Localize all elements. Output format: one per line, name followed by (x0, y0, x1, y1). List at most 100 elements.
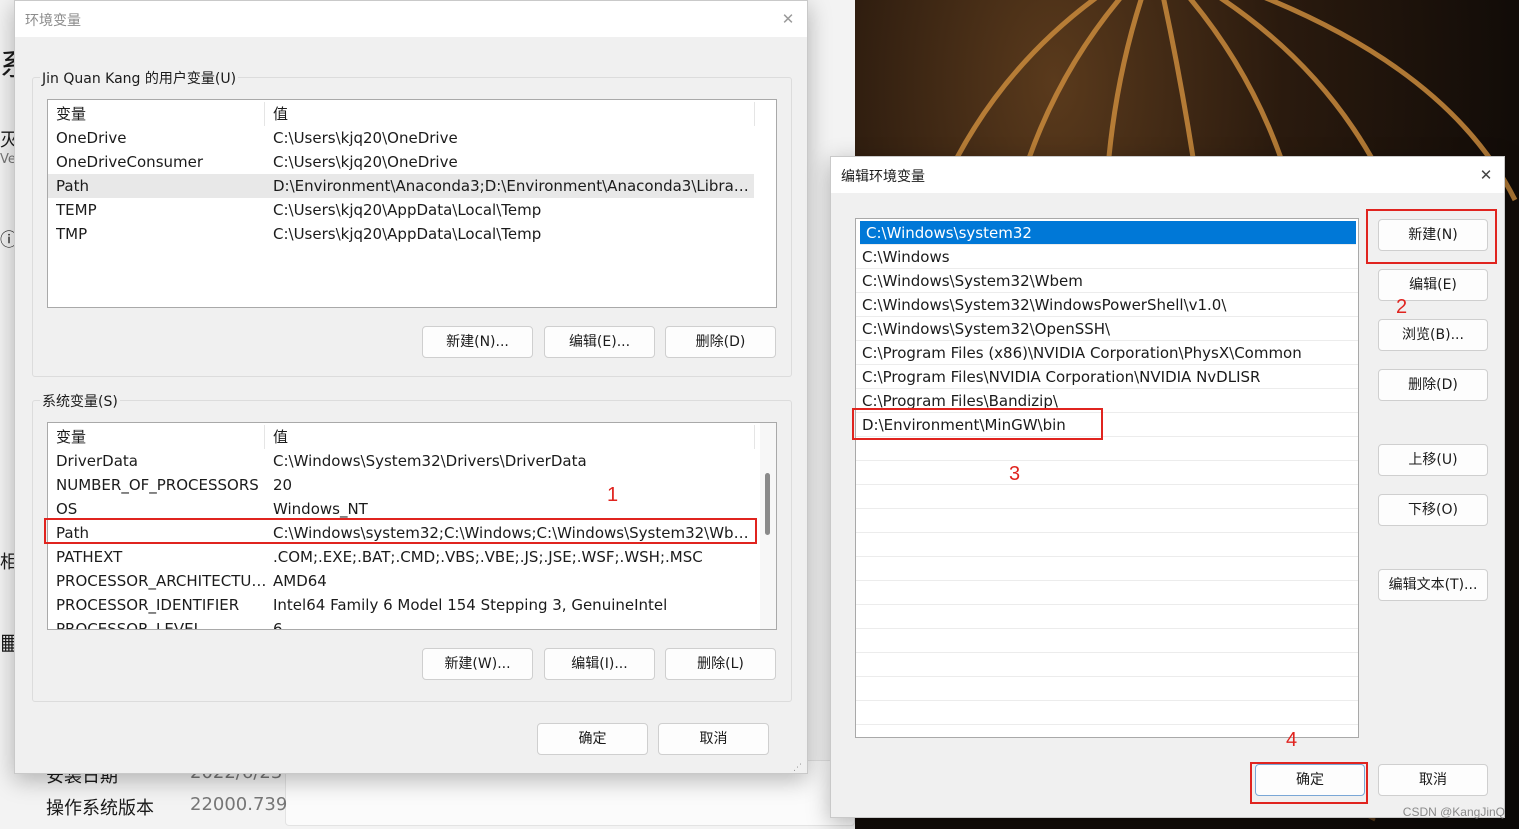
empty-row[interactable] (856, 437, 1358, 461)
list-item[interactable]: PROCESSOR_IDENTIFIER Intel64 Family 6 Mo… (48, 593, 754, 617)
variable-name: TMP (56, 225, 88, 243)
user-variables-list[interactable]: 变量 值 OneDrive C:\Users\kjq20\OneDrive On… (47, 99, 777, 308)
list-item[interactable]: Path C:\Windows\system32;C:\Windows;C:\W… (48, 521, 754, 545)
variable-value: 6 (273, 620, 283, 630)
variable-value: C:\Users\kjq20\OneDrive (273, 153, 458, 171)
variable-value: 20 (273, 476, 293, 494)
variable-name: PROCESSOR_ARCHITECTURE (56, 572, 271, 590)
list-item[interactable]: PATHEXT .COM;.EXE;.BAT;.CMD;.VBS;.VBE;.J… (48, 545, 754, 569)
list-item[interactable]: OneDrive C:\Users\kjq20\OneDrive (48, 126, 754, 150)
column-header-variable[interactable]: 变量 (56, 425, 256, 449)
empty-row[interactable] (856, 653, 1358, 677)
list-item[interactable]: NUMBER_OF_PROCESSORS 20 (48, 473, 754, 497)
user-new-button[interactable]: 新建(N)... (422, 326, 533, 358)
move-up-button[interactable]: 上移(U) (1378, 444, 1488, 476)
title-bar: 环境变量 ✕ (15, 1, 807, 37)
variable-name: NUMBER_OF_PROCESSORS (56, 476, 259, 494)
scrollbar-thumb[interactable] (765, 473, 770, 535)
ok-button[interactable]: 确定 (537, 723, 648, 755)
column-divider[interactable] (264, 102, 265, 126)
empty-row[interactable] (856, 701, 1358, 725)
move-down-button[interactable]: 下移(O) (1378, 494, 1488, 526)
list-item[interactable]: C:\Windows\System32\WindowsPowerShell\v1… (856, 293, 1358, 317)
edit-path-button[interactable]: 编辑(E) (1378, 269, 1488, 301)
watermark: CSDN @KangJinQ (1402, 805, 1505, 819)
variable-value: C:\Users\kjq20\AppData\Local\Temp (273, 225, 542, 243)
variable-name: Path (56, 524, 89, 542)
variable-name: OS (56, 500, 78, 518)
delete-path-button[interactable]: 删除(D) (1378, 369, 1488, 401)
list-item[interactable]: TMP C:\Users\kjq20\AppData\Local\Temp (48, 222, 754, 246)
edit-text-button[interactable]: 编辑文本(T)... (1378, 569, 1488, 601)
column-divider[interactable] (754, 425, 755, 449)
list-item[interactable]: OneDriveConsumer C:\Users\kjq20\OneDrive (48, 150, 754, 174)
new-path-button[interactable]: 新建(N) (1378, 219, 1488, 251)
list-item[interactable]: TEMP C:\Users\kjq20\AppData\Local\Temp (48, 198, 754, 222)
list-item[interactable]: PROCESSOR_ARCHITECTURE AMD64 (48, 569, 754, 593)
list-item[interactable]: C:\Program Files (x86)\NVIDIA Corporatio… (856, 341, 1358, 365)
system-variables-list[interactable]: 变量 值 DriverData C:\Windows\System32\Driv… (47, 422, 777, 630)
empty-row[interactable] (856, 485, 1358, 509)
empty-row[interactable] (856, 677, 1358, 701)
browse-button[interactable]: 浏览(B)... (1378, 319, 1488, 351)
column-header-value[interactable]: 值 (273, 102, 743, 126)
variable-name: OneDriveConsumer (56, 153, 204, 171)
annotation-number-4: 4 (1286, 729, 1298, 751)
os-version-value: 22000.739 (190, 794, 288, 815)
cancel-button[interactable]: 取消 (658, 723, 769, 755)
annotation-number-3: 3 (1009, 463, 1021, 485)
annotation-number-2: 2 (1396, 296, 1408, 318)
ok-button[interactable]: 确定 (1255, 764, 1365, 796)
list-item[interactable]: C:\Windows\system32 (860, 221, 1356, 245)
dialog-title: 环境变量 (25, 13, 81, 29)
empty-row[interactable] (856, 533, 1358, 557)
variable-value: C:\Windows\System32\Drivers\DriverData (273, 452, 587, 470)
resize-grip-icon[interactable]: ⋰ (793, 763, 802, 773)
empty-row[interactable] (856, 629, 1358, 653)
variable-name: DriverData (56, 452, 138, 470)
close-icon[interactable]: ✕ (1474, 163, 1498, 187)
system-edit-button[interactable]: 编辑(I)... (544, 648, 655, 680)
empty-row[interactable] (856, 509, 1358, 533)
list-item[interactable]: C:\Windows\System32\Wbem (856, 269, 1358, 293)
empty-row[interactable] (856, 581, 1358, 605)
system-new-button[interactable]: 新建(W)... (422, 648, 533, 680)
environment-variables-dialog: 环境变量 ✕ Jin Quan Kang 的用户变量(U) 变量 值 OneDr… (14, 0, 808, 774)
variable-value: D:\Environment\Anaconda3;D:\Environment\… (273, 177, 751, 195)
column-divider[interactable] (754, 102, 755, 126)
dialog-title: 编辑环境变量 (841, 169, 925, 185)
path-entries-list[interactable]: C:\Windows\system32 C:\Windows C:\Window… (855, 218, 1359, 738)
list-item[interactable]: OS Windows_NT (48, 497, 754, 521)
list-item[interactable]: C:\Program Files\Bandizip\ (856, 389, 1358, 413)
variable-value: Windows_NT (273, 500, 368, 518)
annotation-number-1: 1 (607, 484, 619, 506)
user-delete-button[interactable]: 删除(D) (665, 326, 776, 358)
list-header: 变量 值 (48, 425, 760, 449)
list-item[interactable]: C:\Windows\System32\OpenSSH\ (856, 317, 1358, 341)
list-item[interactable]: DriverData C:\Windows\System32\Drivers\D… (48, 449, 754, 473)
column-header-variable[interactable]: 变量 (56, 102, 256, 126)
list-item[interactable]: C:\Program Files\NVIDIA Corporation\NVID… (856, 365, 1358, 389)
edit-environment-variable-dialog: 编辑环境变量 ✕ C:\Windows\system32 C:\Windows … (830, 156, 1505, 818)
close-icon[interactable]: ✕ (776, 7, 800, 31)
system-delete-button[interactable]: 删除(L) (665, 648, 776, 680)
column-header-value[interactable]: 值 (273, 425, 743, 449)
cancel-button[interactable]: 取消 (1378, 764, 1488, 796)
variable-value: C:\Users\kjq20\OneDrive (273, 129, 458, 147)
empty-row[interactable] (856, 461, 1358, 485)
empty-row[interactable] (856, 605, 1358, 629)
variable-name: OneDrive (56, 129, 127, 147)
variable-value: AMD64 (273, 572, 327, 590)
empty-row[interactable] (856, 557, 1358, 581)
list-item[interactable]: Path D:\Environment\Anaconda3;D:\Environ… (48, 174, 754, 198)
user-edit-button[interactable]: 编辑(E)... (544, 326, 655, 358)
list-item[interactable]: C:\Windows (856, 245, 1358, 269)
scrollbar[interactable] (760, 423, 776, 629)
title-bar: 编辑环境变量 ✕ (831, 157, 1504, 193)
column-divider[interactable] (264, 425, 265, 449)
list-item[interactable]: D:\Environment\MinGW\bin (856, 413, 1358, 437)
list-item[interactable]: PROCESSOR_LEVEL 6 (48, 617, 754, 630)
variable-name: Path (56, 177, 89, 195)
user-variables-label: Jin Quan Kang 的用户变量(U) (40, 68, 239, 88)
variable-value: C:\Windows\system32;C:\Windows;C:\Window… (273, 524, 751, 542)
